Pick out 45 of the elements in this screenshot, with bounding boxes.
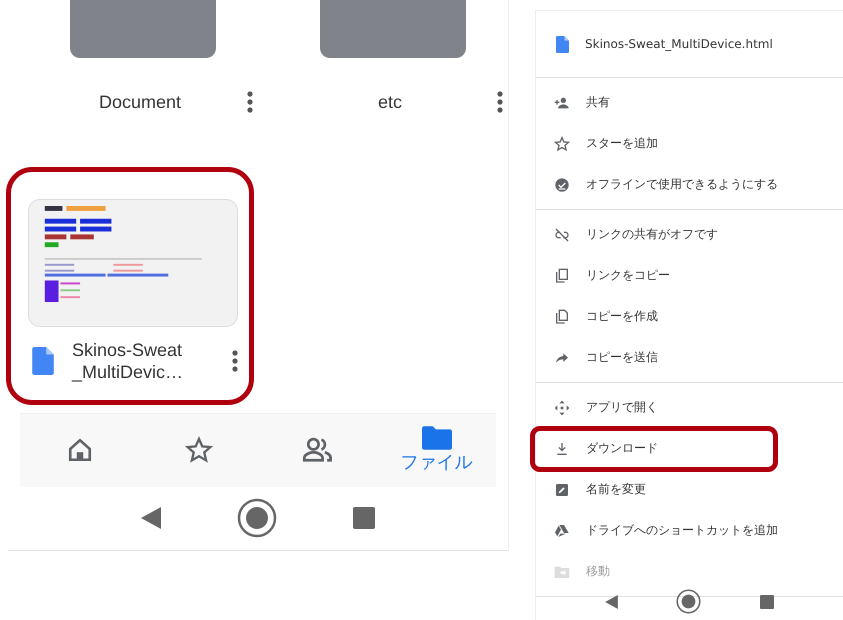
star-icon [184,436,212,464]
more-icon[interactable] [497,91,503,113]
menu-item[interactable]: ドライブへのショートカットを追加 [536,510,843,551]
file-name: Skinos-Sweat [72,339,184,361]
menu-item[interactable]: 名前を変更 [536,469,843,510]
recents-icon[interactable] [760,594,774,608]
star-icon [554,136,570,152]
file-thumbnail[interactable] [28,199,238,327]
home-button-icon[interactable] [676,589,702,614]
back-icon[interactable] [141,507,161,530]
home-icon [66,437,92,464]
home-button-icon[interactable] [237,498,277,538]
menu-item[interactable]: アプリで開く [536,387,843,428]
menu-item[interactable]: スターを追加 [536,123,843,164]
menu-item[interactable]: コピーを送信 [536,337,843,378]
more-icon[interactable] [247,91,253,113]
link-off-icon [554,226,570,242]
menu-item[interactable]: オフラインで使用できるようにする [536,164,843,205]
menu-item[interactable]: ダウンロード [536,428,843,469]
person-add-icon [554,94,570,110]
drive-add-icon [554,522,570,538]
edit-icon [554,482,570,498]
menu-item[interactable]: 共有 [536,82,843,123]
copy-icon [554,268,570,284]
people-icon [302,436,334,464]
move-icon [554,400,570,416]
nav-tab[interactable]: ファイル [377,426,496,474]
back-icon[interactable] [605,594,618,608]
document-icon [32,347,54,375]
file-copy-icon [554,308,570,324]
offline-icon [554,176,570,192]
recents-icon[interactable] [353,507,375,530]
document-icon [556,36,569,52]
sheet-title: Skinos-Sweat_MultiDevice.html [585,37,773,51]
menu-item[interactable]: リンクの共有がオフです [536,214,843,255]
folder-thumbnail[interactable] [70,0,216,58]
menu-item[interactable]: リンクをコピー [536,255,843,296]
folder-icon [422,426,452,450]
more-icon[interactable] [232,350,238,372]
menu-item[interactable]: コピーを作成 [536,296,843,337]
folder-name: Document [98,92,182,112]
folder-thumbnail[interactable] [320,0,466,58]
file-name: _MultiDevic… [72,361,184,383]
folder-move-icon [554,564,570,580]
folder-name: etc [376,92,403,112]
